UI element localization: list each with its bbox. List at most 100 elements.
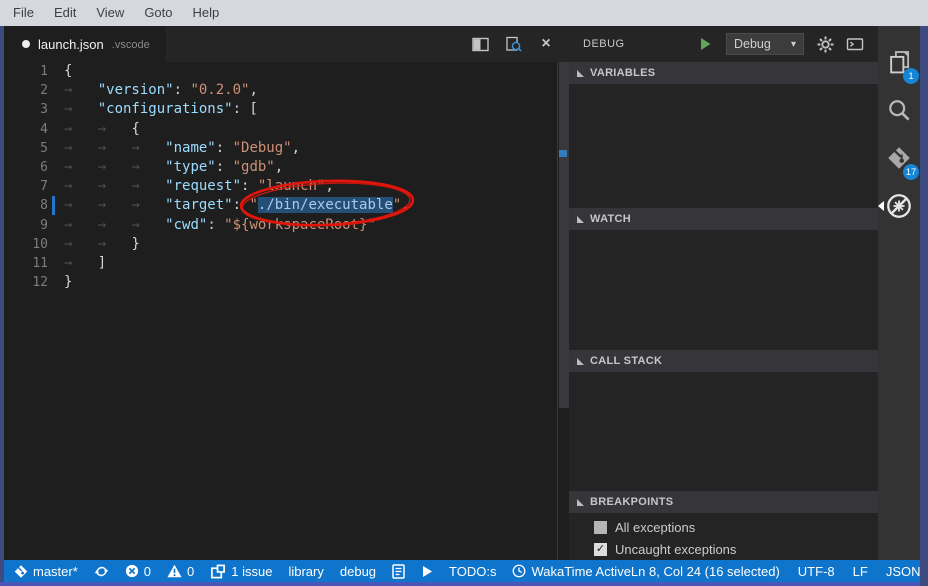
- editor-region: launch.json .vscode × 1{2→ "version": "0…: [4, 26, 569, 560]
- menu-view[interactable]: View: [86, 0, 134, 26]
- status-encoding[interactable]: UTF-8: [798, 564, 835, 579]
- line-number[interactable]: 7: [4, 177, 48, 196]
- section-body-breakpoints: All exceptions ✓ Uncaught exceptions: [569, 513, 878, 560]
- status-output[interactable]: [392, 564, 405, 579]
- status-wakatime[interactable]: WakaTime Active: [512, 564, 630, 579]
- status-debug[interactable]: debug: [340, 564, 376, 579]
- scrollbar-thumb[interactable]: [559, 62, 569, 408]
- code-line-3[interactable]: 3 → "configurations": [: [4, 100, 569, 119]
- error-icon: [125, 564, 139, 578]
- line-number[interactable]: 6: [4, 158, 48, 177]
- menu-file[interactable]: File: [3, 0, 44, 26]
- code-text: → → → "request": "launch",: [64, 177, 334, 196]
- code-line-4[interactable]: 4→ → {: [4, 120, 569, 139]
- section-body-callstack: [569, 372, 878, 491]
- code-line-9[interactable]: 9→ → → "cwd": "${workspaceRoot}": [4, 216, 569, 235]
- active-view-indicator: [878, 201, 884, 211]
- tab-bar: launch.json .vscode ×: [4, 26, 569, 62]
- status-errors[interactable]: 0: [125, 564, 151, 579]
- section-header-variables[interactable]: VARIABLES: [569, 62, 878, 84]
- line-number[interactable]: 4: [4, 120, 48, 139]
- code-line-11[interactable]: 11→ ]: [4, 254, 569, 273]
- status-cursor-position[interactable]: Ln 8, Col 24 (16 selected): [631, 564, 780, 579]
- sync-icon: [94, 564, 109, 579]
- breakpoint-item[interactable]: All exceptions: [569, 516, 878, 538]
- status-sync[interactable]: [94, 564, 109, 579]
- code-line-12[interactable]: 12}: [4, 273, 569, 292]
- open-preview-icon[interactable]: [504, 35, 522, 53]
- line-number[interactable]: 3: [4, 100, 48, 119]
- line-number[interactable]: 1: [4, 62, 48, 81]
- debug-config-dropdown[interactable]: Debug ▾: [726, 33, 804, 55]
- line-number[interactable]: 8: [4, 196, 48, 215]
- section-header-callstack[interactable]: CALL STACK: [569, 350, 878, 372]
- checkbox-checked[interactable]: ✓: [594, 543, 607, 556]
- status-warnings[interactable]: 0: [167, 564, 194, 579]
- tab-title: launch.json: [38, 37, 104, 52]
- menu-edit[interactable]: Edit: [44, 0, 86, 26]
- code-line-2[interactable]: 2→ "version": "0.2.0",: [4, 81, 569, 100]
- code-line-7[interactable]: 7 → → → "request": "launch",: [4, 177, 569, 196]
- status-git-branch[interactable]: master*: [14, 564, 78, 579]
- start-debug-button[interactable]: [696, 35, 714, 53]
- search-icon[interactable]: [878, 86, 920, 134]
- tab-launch-json[interactable]: launch.json .vscode: [4, 26, 166, 62]
- code-line-1[interactable]: 1{: [4, 62, 569, 81]
- window-frame-right: [920, 26, 928, 586]
- status-bar: master* 0 0 1 issue library debug TODO:s WakaTi…: [4, 560, 920, 582]
- line-number[interactable]: 9: [4, 216, 48, 235]
- section-body-watch: [569, 230, 878, 350]
- status-label: 1 issue: [231, 564, 272, 579]
- code-text: {: [64, 62, 72, 81]
- menu-bar: FileEditViewGotoHelp: [0, 0, 928, 26]
- gear-icon[interactable]: [816, 35, 834, 53]
- status-language-mode[interactable]: JSON: [886, 564, 921, 579]
- status-issues[interactable]: 1 issue: [210, 564, 272, 579]
- debug-panel-title: DEBUG: [583, 38, 625, 50]
- debug-toolbar: DEBUG Debug ▾: [569, 26, 878, 62]
- code-line-8[interactable]: 8→ → → "target": "./bin/executable",: [4, 196, 569, 215]
- editor-scrollbar[interactable]: [557, 62, 569, 560]
- issues-icon: [210, 564, 226, 579]
- activity-bar: 1 17: [878, 26, 920, 560]
- twistie-expanded-icon: [577, 70, 584, 77]
- section-body-variables: [569, 84, 878, 208]
- section-label: BREAKPOINTS: [590, 496, 673, 508]
- checkbox-unchecked[interactable]: [594, 521, 607, 534]
- code-text: → "configurations": [: [64, 100, 258, 119]
- status-library[interactable]: library: [288, 564, 323, 579]
- code-area[interactable]: 1{2→ "version": "0.2.0",3→ "configuratio…: [4, 62, 569, 560]
- branch-icon: [14, 564, 28, 579]
- status-todos[interactable]: TODO:s: [449, 564, 496, 579]
- close-icon[interactable]: ×: [537, 35, 555, 53]
- status-eol[interactable]: LF: [853, 564, 868, 579]
- line-number[interactable]: 11: [4, 254, 48, 273]
- code-line-6[interactable]: 6→ → → "type": "gdb",: [4, 158, 569, 177]
- line-number[interactable]: 5: [4, 139, 48, 158]
- explorer-files-icon[interactable]: 1: [878, 38, 920, 86]
- menu-goto[interactable]: Goto: [134, 0, 182, 26]
- code-line-5[interactable]: 5 → → → "name": "Debug",: [4, 139, 569, 158]
- line-number[interactable]: 2: [4, 81, 48, 100]
- line-number[interactable]: 12: [4, 273, 48, 292]
- section-header-breakpoints[interactable]: BREAKPOINTS: [569, 491, 878, 513]
- code-line-10[interactable]: 10→ → }: [4, 235, 569, 254]
- menu-help[interactable]: Help: [183, 0, 230, 26]
- breakpoint-label: Uncaught exceptions: [615, 542, 736, 557]
- window-frame-bottom: [0, 582, 920, 586]
- section-header-watch[interactable]: WATCH: [569, 208, 878, 230]
- tab-description: .vscode: [112, 37, 150, 51]
- git-icon[interactable]: 17: [878, 134, 920, 182]
- status-label: WakaTime Active: [531, 564, 630, 579]
- status-run[interactable]: [421, 565, 433, 578]
- status-label: TODO:s: [449, 564, 496, 579]
- unsaved-dot-icon: [22, 40, 30, 48]
- code-text: → → → "name": "Debug",: [64, 139, 300, 158]
- breakpoint-label: All exceptions: [615, 520, 695, 535]
- no-debug-icon[interactable]: [878, 182, 920, 230]
- debug-console-icon[interactable]: [846, 35, 864, 53]
- split-editor-icon[interactable]: [471, 35, 489, 53]
- status-label: JSON: [886, 564, 921, 579]
- breakpoint-item[interactable]: ✓ Uncaught exceptions: [569, 538, 878, 560]
- line-number[interactable]: 10: [4, 235, 48, 254]
